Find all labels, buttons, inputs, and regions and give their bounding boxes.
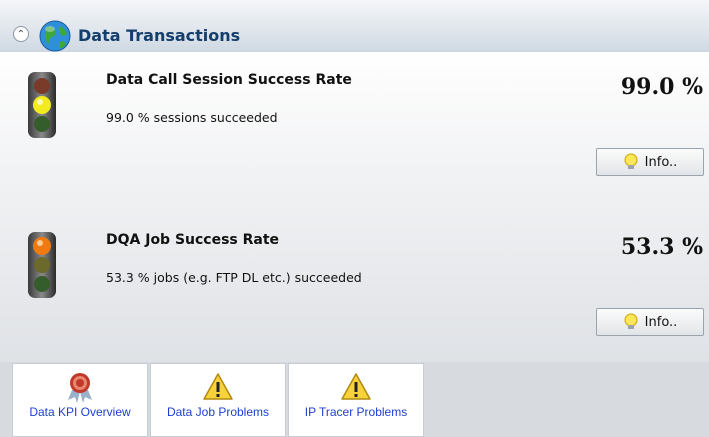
section-header: ⌃ Data Transactions: [0, 0, 709, 53]
info-button[interactable]: Info..: [596, 308, 704, 336]
tab-data-job-problems[interactable]: Data Job Problems: [150, 363, 286, 437]
tab-label: Data KPI Overview: [29, 405, 131, 419]
lightbulb-icon: [624, 313, 638, 329]
kpi-value: 99.0 %: [620, 74, 703, 100]
bottom-tab-bar: Data KPI Overview Data Job Problems IP T…: [0, 362, 709, 437]
warning-icon: [341, 373, 371, 400]
section-title: Data Transactions: [78, 26, 241, 45]
tab-data-kpi-overview[interactable]: Data KPI Overview: [12, 363, 148, 437]
info-button-label: Info..: [644, 154, 678, 170]
tab-ip-tracer-problems[interactable]: IP Tracer Problems: [288, 363, 424, 437]
kpi-title: Data Call Session Success Rate: [106, 72, 352, 88]
globe-icon: [39, 20, 71, 52]
kpi-panel: Data Call Session Success Rate 99.0 % se…: [0, 52, 709, 362]
info-button[interactable]: Info..: [596, 148, 704, 176]
kpi-item: DQA Job Success Rate 53.3 % jobs (e.g. F…: [0, 224, 709, 354]
traffic-light-orange-icon: [28, 232, 56, 298]
double-chevron-up-icon[interactable]: ⌃: [13, 26, 29, 42]
kpi-item: Data Call Session Success Rate 99.0 % se…: [0, 64, 709, 194]
info-button-label: Info..: [644, 314, 678, 330]
kpi-value: 53.3 %: [620, 234, 703, 260]
tab-label: Data Job Problems: [166, 405, 270, 419]
warning-icon: [203, 373, 233, 400]
kpi-title: DQA Job Success Rate: [106, 232, 280, 248]
lightbulb-icon: [624, 153, 638, 169]
award-rosette-icon: [68, 373, 92, 403]
traffic-light-yellow-icon: [28, 72, 56, 138]
tab-label: IP Tracer Problems: [304, 405, 408, 419]
kpi-description: 53.3 % jobs (e.g. FTP DL etc.) succeeded: [106, 270, 362, 285]
kpi-description: 99.0 % sessions succeeded: [106, 110, 278, 125]
